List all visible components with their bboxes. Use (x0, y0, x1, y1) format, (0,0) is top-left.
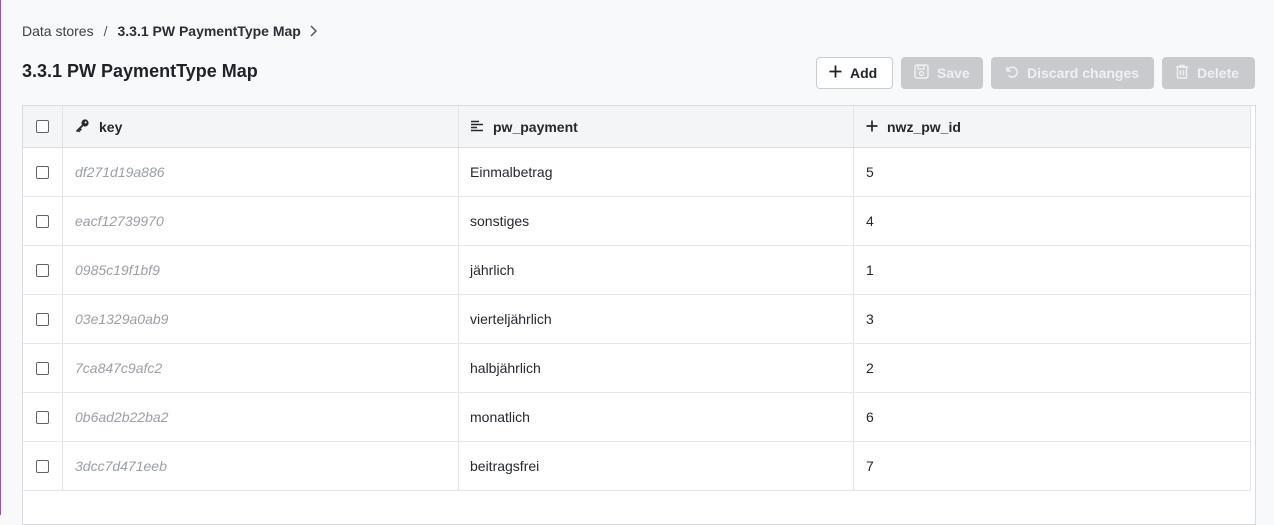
pw-payment-cell[interactable]: vierteljährlich (459, 295, 854, 343)
column-header-pw-payment[interactable]: pw_payment (459, 106, 854, 147)
breadcrumb: Data stores / 3.3.1 PW PaymentType Map (22, 22, 321, 40)
row-select-cell (23, 344, 63, 392)
key-cell[interactable]: 0985c19f1bf9 (63, 246, 459, 294)
add-button-label: Add (850, 65, 878, 81)
row-select-cell (23, 246, 63, 294)
row-checkbox[interactable] (36, 410, 49, 424)
row-select-cell (23, 148, 63, 196)
key-cell[interactable]: 0b6ad2b22ba2 (63, 393, 459, 441)
table-row[interactable]: 0b6ad2b22ba2 monatlich 6 (23, 393, 1251, 442)
pw-payment-cell[interactable]: sonstiges (459, 197, 854, 245)
nwz-pw-id-cell[interactable]: 6 (854, 393, 1251, 441)
data-table: key pw_payment nwz_pw_id df271d19a886 Ei… (22, 105, 1256, 525)
add-button[interactable]: Add (816, 57, 893, 89)
nwz-pw-id-cell[interactable]: 5 (854, 148, 1251, 196)
plus-icon (829, 65, 842, 81)
toolbar: Add Save Discard changes Delete (816, 57, 1255, 89)
row-checkbox[interactable] (36, 214, 49, 228)
table-row[interactable]: 0985c19f1bf9 jährlich 1 (23, 246, 1251, 295)
pw-payment-cell[interactable]: beitragsfrei (459, 442, 854, 490)
table-row[interactable]: 03e1329a0ab9 vierteljährlich 3 (23, 295, 1251, 344)
plus-icon (866, 119, 878, 135)
pw-payment-cell[interactable]: Einmalbetrag (459, 148, 854, 196)
key-cell[interactable]: eacf12739970 (63, 197, 459, 245)
save-button[interactable]: Save (901, 57, 983, 89)
row-select-cell (23, 295, 63, 343)
key-cell[interactable]: 7ca847c9afc2 (63, 344, 459, 392)
pw-payment-cell[interactable]: jährlich (459, 246, 854, 294)
breadcrumb-separator: / (103, 23, 108, 39)
table-row[interactable]: 3dcc7d471eeb beitragsfrei 7 (23, 442, 1251, 491)
key-cell[interactable]: df271d19a886 (63, 148, 459, 196)
chevron-right-icon[interactable] (309, 24, 321, 38)
text-align-icon (470, 119, 484, 135)
delete-button[interactable]: Delete (1162, 57, 1255, 89)
undo-icon (1004, 64, 1019, 82)
key-cell[interactable]: 3dcc7d471eeb (63, 442, 459, 490)
trash-icon (1175, 64, 1189, 82)
nwz-pw-id-cell[interactable]: 7 (854, 442, 1251, 490)
save-button-label: Save (937, 65, 970, 81)
table-row[interactable]: eacf12739970 sonstiges 4 (23, 197, 1251, 246)
page-title: 3.3.1 PW PaymentType Map (22, 61, 258, 81)
save-icon (914, 64, 929, 82)
discard-changes-label: Discard changes (1027, 65, 1140, 81)
column-header-nwz-pw-id[interactable]: nwz_pw_id (854, 106, 1251, 147)
column-header-label: key (99, 118, 123, 135)
delete-button-label: Delete (1197, 65, 1240, 81)
row-select-cell (23, 442, 63, 490)
column-header-label: nwz_pw_id (887, 118, 961, 135)
column-header-key[interactable]: key (63, 106, 459, 147)
row-select-cell (23, 393, 63, 441)
discard-changes-button[interactable]: Discard changes (991, 57, 1154, 89)
key-icon (75, 118, 90, 136)
nwz-pw-id-cell[interactable]: 1 (854, 246, 1251, 294)
nwz-pw-id-cell[interactable]: 2 (854, 344, 1251, 392)
pw-payment-cell[interactable]: halbjährlich (459, 344, 854, 392)
row-checkbox[interactable] (36, 312, 49, 326)
table-row[interactable]: df271d19a886 Einmalbetrag 5 (23, 148, 1251, 197)
table-header: key pw_payment nwz_pw_id (23, 106, 1251, 148)
table-body: df271d19a886 Einmalbetrag 5 eacf12739970… (23, 148, 1251, 491)
breadcrumb-current: 3.3.1 PW PaymentType Map (117, 23, 301, 39)
table-row[interactable]: 7ca847c9afc2 halbjährlich 2 (23, 344, 1251, 393)
app-window: Data stores / 3.3.1 PW PaymentType Map 3… (0, 0, 1274, 525)
breadcrumb-root-link[interactable]: Data stores (22, 23, 94, 39)
nwz-pw-id-cell[interactable]: 3 (854, 295, 1251, 343)
row-select-cell (23, 197, 63, 245)
pw-payment-cell[interactable]: monatlich (459, 393, 854, 441)
row-checkbox[interactable] (36, 459, 49, 473)
key-cell[interactable]: 03e1329a0ab9 (63, 295, 459, 343)
select-all-checkbox[interactable] (36, 120, 49, 133)
row-checkbox[interactable] (36, 361, 49, 375)
column-header-label: pw_payment (493, 118, 578, 135)
select-all-cell (23, 106, 63, 147)
nwz-pw-id-cell[interactable]: 4 (854, 197, 1251, 245)
row-checkbox[interactable] (36, 165, 49, 179)
row-checkbox[interactable] (36, 263, 49, 277)
